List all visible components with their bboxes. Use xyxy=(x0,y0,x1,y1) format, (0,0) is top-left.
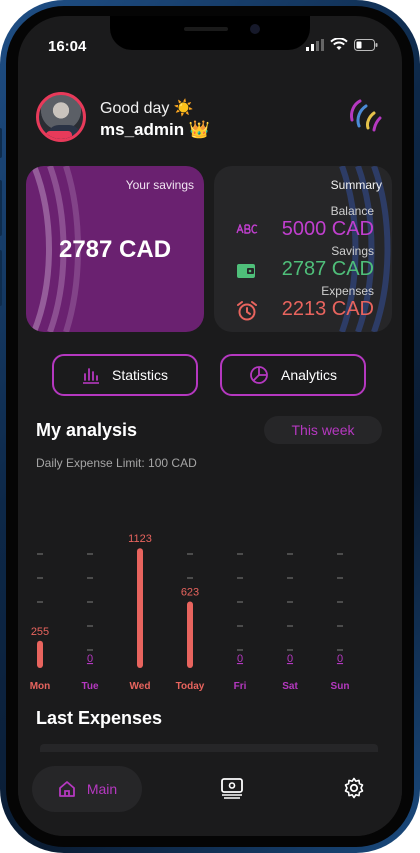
expenses-caption: Expenses xyxy=(321,284,374,298)
chart-bar-today[interactable] xyxy=(187,601,193,668)
bar-chart-icon xyxy=(82,368,99,384)
wifi-icon xyxy=(330,38,348,50)
phone-frame: 16:04 Good day ☀️ ms_admin 👑 Your saving… xyxy=(0,0,420,853)
alarm-clock-icon xyxy=(237,301,257,321)
savings-card[interactable]: Your savings 2787 CAD xyxy=(26,166,204,332)
chart-value-label: 255 xyxy=(31,626,49,638)
chart-category-label: Sat xyxy=(282,681,298,692)
last-expenses-title: Last Expenses xyxy=(36,708,163,728)
chart-category-label: Tue xyxy=(81,681,98,692)
status-time: 16:04 xyxy=(48,38,87,55)
volume-up-button xyxy=(0,180,2,236)
chart-value-label: 1123 xyxy=(128,533,152,545)
savings-caption: Savings xyxy=(331,244,374,258)
savings-label: Your savings xyxy=(125,178,194,192)
balance-caption: Balance xyxy=(330,204,374,218)
mute-switch xyxy=(0,128,2,158)
screen: 16:04 Good day ☀️ ms_admin 👑 Your saving… xyxy=(18,16,402,836)
avatar-badge xyxy=(46,131,72,139)
chart-value-label: 0 xyxy=(287,653,293,665)
statistics-button[interactable]: Statistics xyxy=(52,354,198,396)
weekly-expense-chart: 255 Mon 0 Tue 1123 Wed 623 Today 0 Fri 0 Sat 0 Sun xyxy=(30,533,350,692)
chart-category-label: Sun xyxy=(331,681,350,692)
my-analysis-title: My analysis xyxy=(36,420,138,440)
battery-icon xyxy=(354,38,378,51)
chart-category-label: Wed xyxy=(130,681,151,692)
app-logo-icon[interactable] xyxy=(348,98,382,132)
analytics-button[interactable]: Analytics xyxy=(220,354,366,396)
volume-down-button xyxy=(0,250,2,306)
savings-amount: 2787 CAD xyxy=(58,236,172,263)
chart-value-label: 0 xyxy=(337,653,343,665)
chart-value-label: 0 xyxy=(87,653,93,665)
chart-bar-wed[interactable] xyxy=(137,548,143,668)
greeting-text: Good day ☀️ xyxy=(100,100,194,117)
abc-icon xyxy=(236,224,258,234)
chart-category-label: Fri xyxy=(234,681,247,692)
period-selector[interactable]: This week xyxy=(264,416,382,444)
notch xyxy=(110,16,310,50)
wallet-icon xyxy=(237,264,255,278)
chart-bar-mon[interactable] xyxy=(37,640,43,668)
summary-card[interactable]: Summary Balance 5000 CAD Savings 2787 CA… xyxy=(214,166,392,332)
chart-value-label: 0 xyxy=(237,653,243,665)
signal-icon xyxy=(306,38,324,51)
chart-value-label: 623 xyxy=(181,587,199,599)
chart-category-label: Today xyxy=(176,681,205,692)
speaker xyxy=(184,27,228,31)
statistics-label: Statistics xyxy=(111,367,168,383)
chart-category-label: Mon xyxy=(30,681,51,692)
summary-balance-row: Balance 5000 CAD xyxy=(214,204,374,240)
settings-gear-icon[interactable] xyxy=(342,776,366,800)
username-text: ms_admin 👑 xyxy=(100,120,210,139)
home-icon xyxy=(58,781,75,797)
daily-limit-text: Daily Expense Limit: 100 CAD xyxy=(36,456,197,470)
cash-icon[interactable] xyxy=(220,776,244,800)
bottom-nav: Main xyxy=(18,752,402,836)
summary-label: Summary xyxy=(330,178,382,192)
nav-main-label: Main xyxy=(86,781,118,797)
camera xyxy=(250,24,260,34)
analytics-label: Analytics xyxy=(280,367,338,383)
nav-main-tab[interactable]: Main xyxy=(32,766,142,812)
avatar[interactable] xyxy=(36,92,86,142)
status-icons xyxy=(306,38,378,51)
pie-chart-icon xyxy=(250,366,268,384)
